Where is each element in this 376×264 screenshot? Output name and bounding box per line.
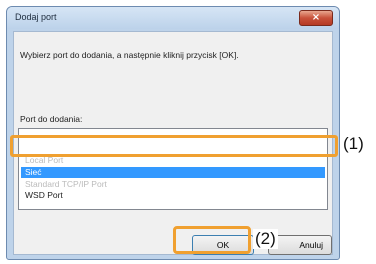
dialog-title: Dodaj port xyxy=(15,12,57,22)
close-button[interactable]: × xyxy=(299,10,333,26)
list-item-wsd-port[interactable]: WSD Port xyxy=(21,190,325,201)
title-bar: Dodaj port × xyxy=(7,7,339,29)
callout-highlight-network xyxy=(10,135,338,157)
callout-label-1: (1) xyxy=(343,134,364,153)
port-list-label: Port do dodania: xyxy=(20,114,83,124)
add-port-dialog: Dodaj port × Wybierz port do dodania, a … xyxy=(6,6,340,260)
instruction-text: Wybierz port do dodania, a następnie kli… xyxy=(20,50,239,60)
list-item-network[interactable]: Sieć xyxy=(21,167,325,178)
close-icon: × xyxy=(311,12,321,23)
callout-label-2: (2) xyxy=(253,229,278,249)
callout-highlight-ok xyxy=(173,226,251,254)
list-item-standard-tcpip[interactable]: Standard TCP/IP Port xyxy=(21,179,325,190)
